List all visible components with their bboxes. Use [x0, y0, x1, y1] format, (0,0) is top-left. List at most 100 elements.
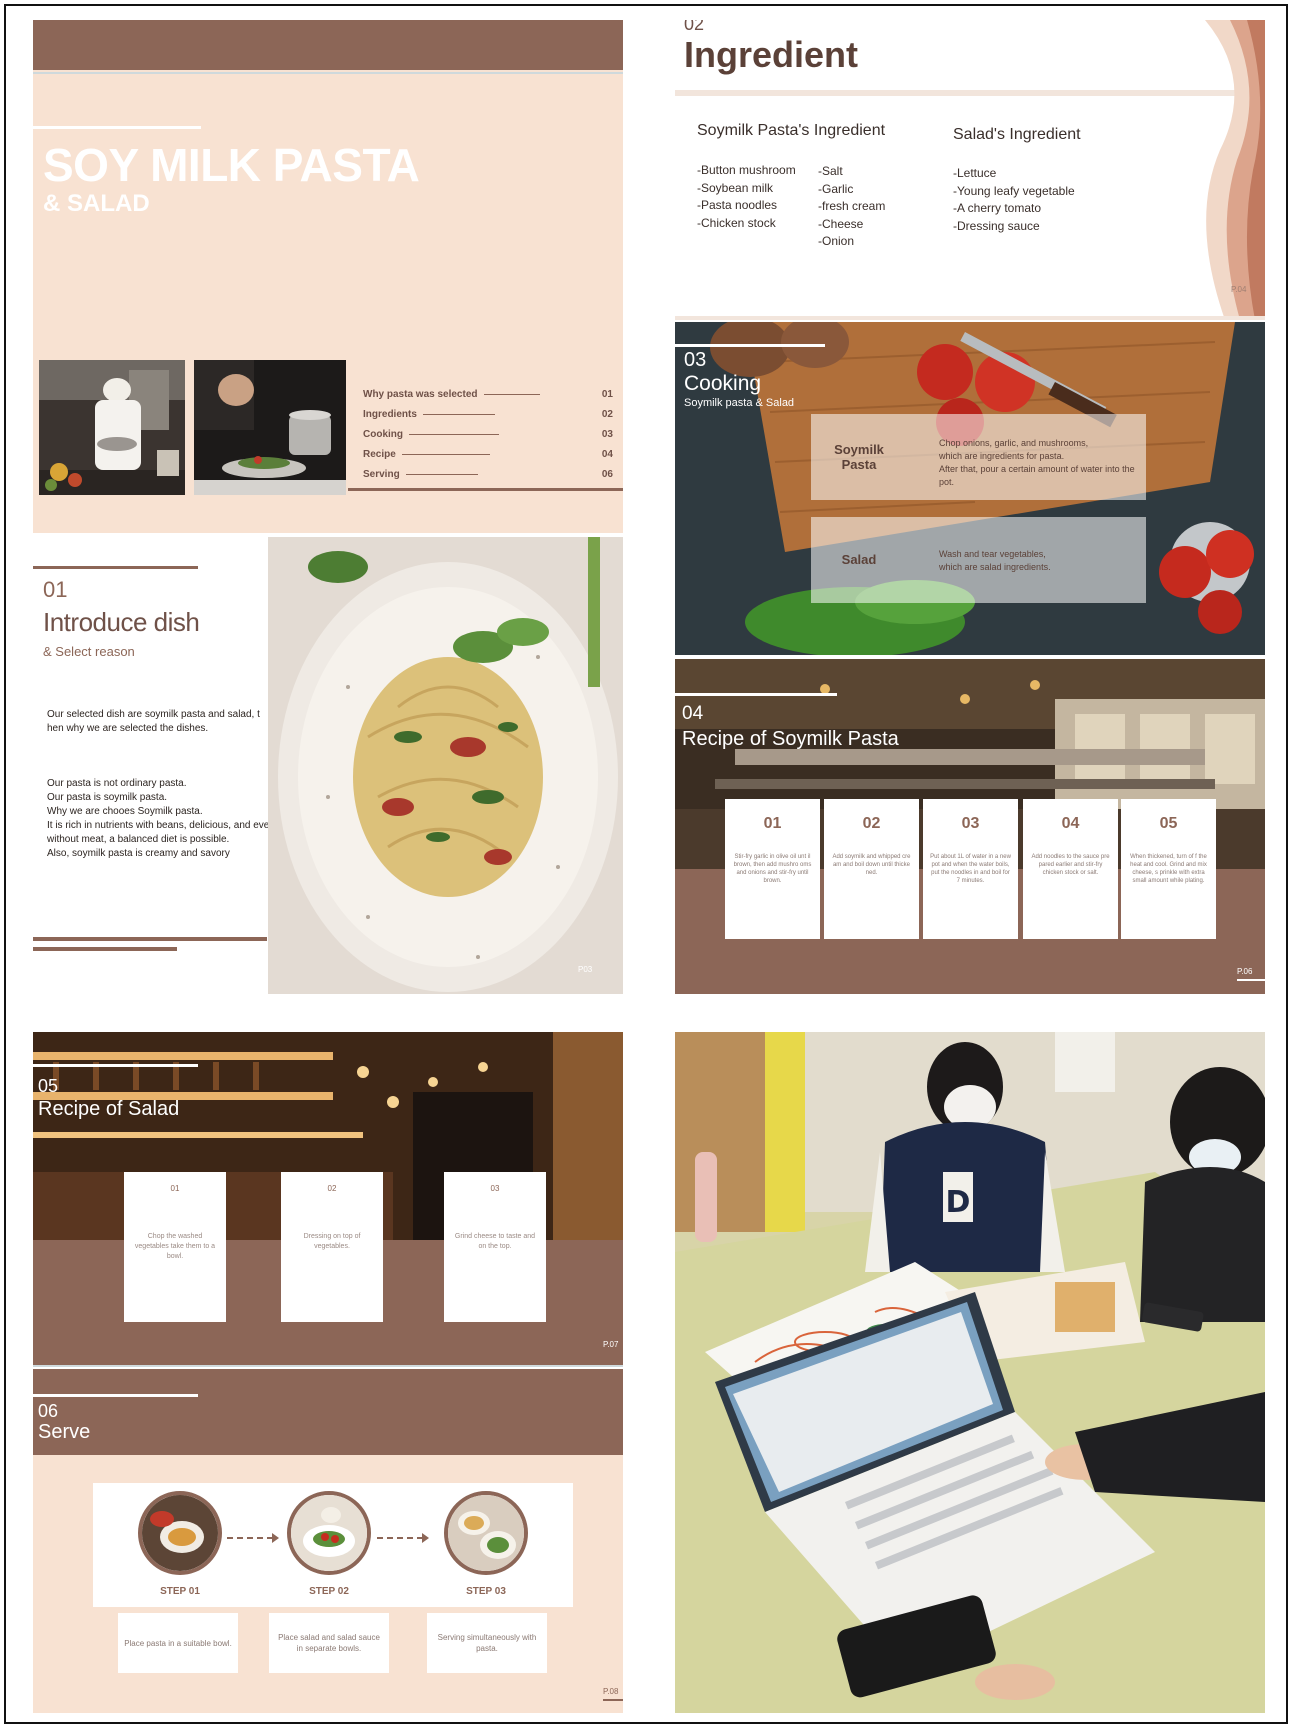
- step-3-photo: [444, 1491, 528, 1575]
- toc-number: 01: [601, 388, 613, 400]
- text-line: Our pasta is soymilk pasta.: [47, 792, 168, 803]
- header-line: [675, 90, 1265, 96]
- arrow-icon: [227, 1533, 279, 1543]
- section-number: 06: [38, 1401, 59, 1421]
- step-number: 04: [1061, 815, 1080, 832]
- step-text: Chop the washed vegetables take them to …: [134, 1233, 216, 1260]
- top-line: [33, 72, 623, 74]
- accent-line: [33, 1394, 198, 1397]
- accent-line: [33, 1064, 198, 1067]
- step-label: STEP 02: [309, 1586, 349, 1597]
- section-number: 05: [38, 1076, 59, 1096]
- text-line: Also, soymilk pasta is creamy and savory: [47, 848, 230, 859]
- card-description: Chop onions, garlic, and mushrooms, whic…: [939, 437, 1146, 489]
- cooking-slide: 03 Cooking Soymilk pasta & Salad Soymilk…: [675, 322, 1265, 655]
- ingredient-item: -Soybean milk: [697, 180, 774, 195]
- desc-line: which are ingredients for pasta.: [939, 451, 1065, 461]
- pasta-ingredient-heading: Soymilk Pasta's Ingredient: [697, 122, 886, 139]
- divider-line: [33, 1365, 623, 1367]
- title-accent-line: [33, 126, 201, 129]
- section-title: Introduce dish: [43, 607, 200, 637]
- decorative-wave: [1205, 20, 1265, 320]
- section-number: 04: [682, 703, 704, 724]
- salad-recipe-slide: 05 Recipe of Salad 01 Chop the washed ve…: [33, 1032, 623, 1367]
- toc-label: Recipe: [363, 448, 396, 460]
- arrow-icon: [377, 1533, 429, 1543]
- recipe-step-card: 04 Add noodles to the sauce pre pared ea…: [1023, 799, 1118, 939]
- toc-label: Cooking: [363, 428, 403, 440]
- ingredient-item: -Lettuce: [953, 166, 997, 180]
- salad-step-card: 02 Dressing on top of vegetables.: [281, 1172, 383, 1322]
- step-text: Add soymilk and whipped cre am and boil …: [832, 854, 911, 876]
- section-title: Serve: [38, 1421, 91, 1443]
- header-band: [33, 1369, 623, 1455]
- page-number: P.06: [1237, 967, 1253, 976]
- ingredient-item: -Chicken stock: [697, 215, 776, 230]
- step-2-photo: [287, 1491, 371, 1575]
- section-title: Cooking: [684, 372, 762, 395]
- ingredient-item: -Salt: [818, 164, 843, 178]
- ingredient-item: -Young leafy vegetable: [953, 183, 1075, 198]
- salad-step-card: 03 Grind cheese to taste and on the top.: [444, 1172, 546, 1322]
- recipe-step-card: 01 Stir-fry garlic in olive oil unt il b…: [725, 799, 820, 939]
- section-title: Recipe of Soymilk Pasta: [682, 728, 899, 750]
- text-line: hen why we are selected the dishes.: [47, 723, 209, 734]
- intro-slide: 01 Introduce dish & Select reason Our se…: [33, 537, 623, 994]
- step-number: 05: [1159, 815, 1178, 832]
- section-subtitle: Soymilk pasta & Salad: [684, 397, 795, 409]
- toc-line: [405, 473, 478, 475]
- toc-item[interactable]: Cooking 03: [363, 426, 613, 442]
- jacket-letter: D: [946, 1185, 971, 1220]
- ingredient-item: -Button mushroom: [697, 163, 796, 177]
- salad-ingredient-heading: Salad's Ingredient: [953, 126, 1081, 143]
- section-title: Recipe of Salad: [38, 1098, 180, 1120]
- page-underline: [603, 1699, 623, 1701]
- section-title: Ingredient: [684, 34, 859, 75]
- step-number: 02: [862, 815, 881, 832]
- toc-label: Ingredients: [363, 408, 417, 420]
- step-number: 01: [170, 1184, 180, 1193]
- step-text: When thickened, turn of f the heat and c…: [1130, 854, 1207, 884]
- toc-item[interactable]: Ingredients 02: [363, 406, 613, 422]
- salad-step-card: 01 Chop the washed vegetables take them …: [124, 1172, 226, 1322]
- text-line: It is rich in nutrients with beans, deli…: [47, 820, 275, 831]
- recipe-step-card: 02 Add soymilk and whipped cre am and bo…: [824, 799, 919, 939]
- desc-line: After that, pour a certain amount of wat…: [939, 464, 1135, 487]
- accent-line: [33, 566, 198, 569]
- toc-label: Serving: [363, 468, 400, 480]
- label-line: Pasta: [841, 457, 877, 472]
- desc-line: which are salad ingredients.: [939, 562, 1051, 572]
- page-underline: [1237, 979, 1265, 981]
- pasta-ingredient-list-2: -Salt -Garlic -fresh cream -Cheese -Onio…: [818, 163, 885, 251]
- text-line: Our pasta is not ordinary pasta.: [47, 778, 187, 789]
- ingredient-slide: 02 Ingredient Soymilk Pasta's Ingredient…: [675, 20, 1265, 320]
- section-number: 02: [684, 20, 705, 34]
- ingredient-item: -Onion: [818, 234, 855, 248]
- accent-line: [675, 693, 837, 696]
- toc-line: [422, 413, 495, 415]
- ingredient-item: -Pasta noodles: [697, 198, 778, 212]
- card-description: Wash and tear vegetables, which are sala…: [939, 548, 1051, 574]
- toc-number: 03: [601, 428, 613, 440]
- text-line: without meat, a balanced diet is possibl…: [47, 834, 230, 845]
- slide-subtitle: & SALAD: [43, 190, 150, 217]
- recipe-step-card: 03 Put about 1L of water in a new pot an…: [923, 799, 1018, 939]
- toc-line: [409, 433, 499, 435]
- card-label: Soymilk Pasta: [829, 442, 889, 472]
- step-label: STEP 01: [160, 1586, 200, 1597]
- toc-item[interactable]: Recipe 04: [363, 446, 613, 462]
- title-slide: SOY MILK PASTA & SALAD Why pasta was sel…: [33, 20, 623, 533]
- intro-paragraph-1: Our selected dish are soymilk pasta and …: [47, 708, 260, 736]
- toc-item[interactable]: Why pasta was selected 01: [363, 386, 613, 402]
- ingredient-item: -Garlic: [818, 181, 854, 196]
- section-number: 03: [684, 349, 707, 371]
- step-number: 02: [327, 1184, 337, 1193]
- toc-item[interactable]: Serving 06: [363, 466, 613, 482]
- accent-line: [675, 344, 825, 347]
- page-number: P.08: [603, 1687, 619, 1696]
- page-number: P.04: [1231, 285, 1247, 294]
- step-text: Grind cheese to taste and on the top.: [454, 1233, 536, 1250]
- page-number: P.07: [603, 1340, 619, 1349]
- bottom-line: [675, 316, 1265, 320]
- step-number: 03: [961, 815, 980, 832]
